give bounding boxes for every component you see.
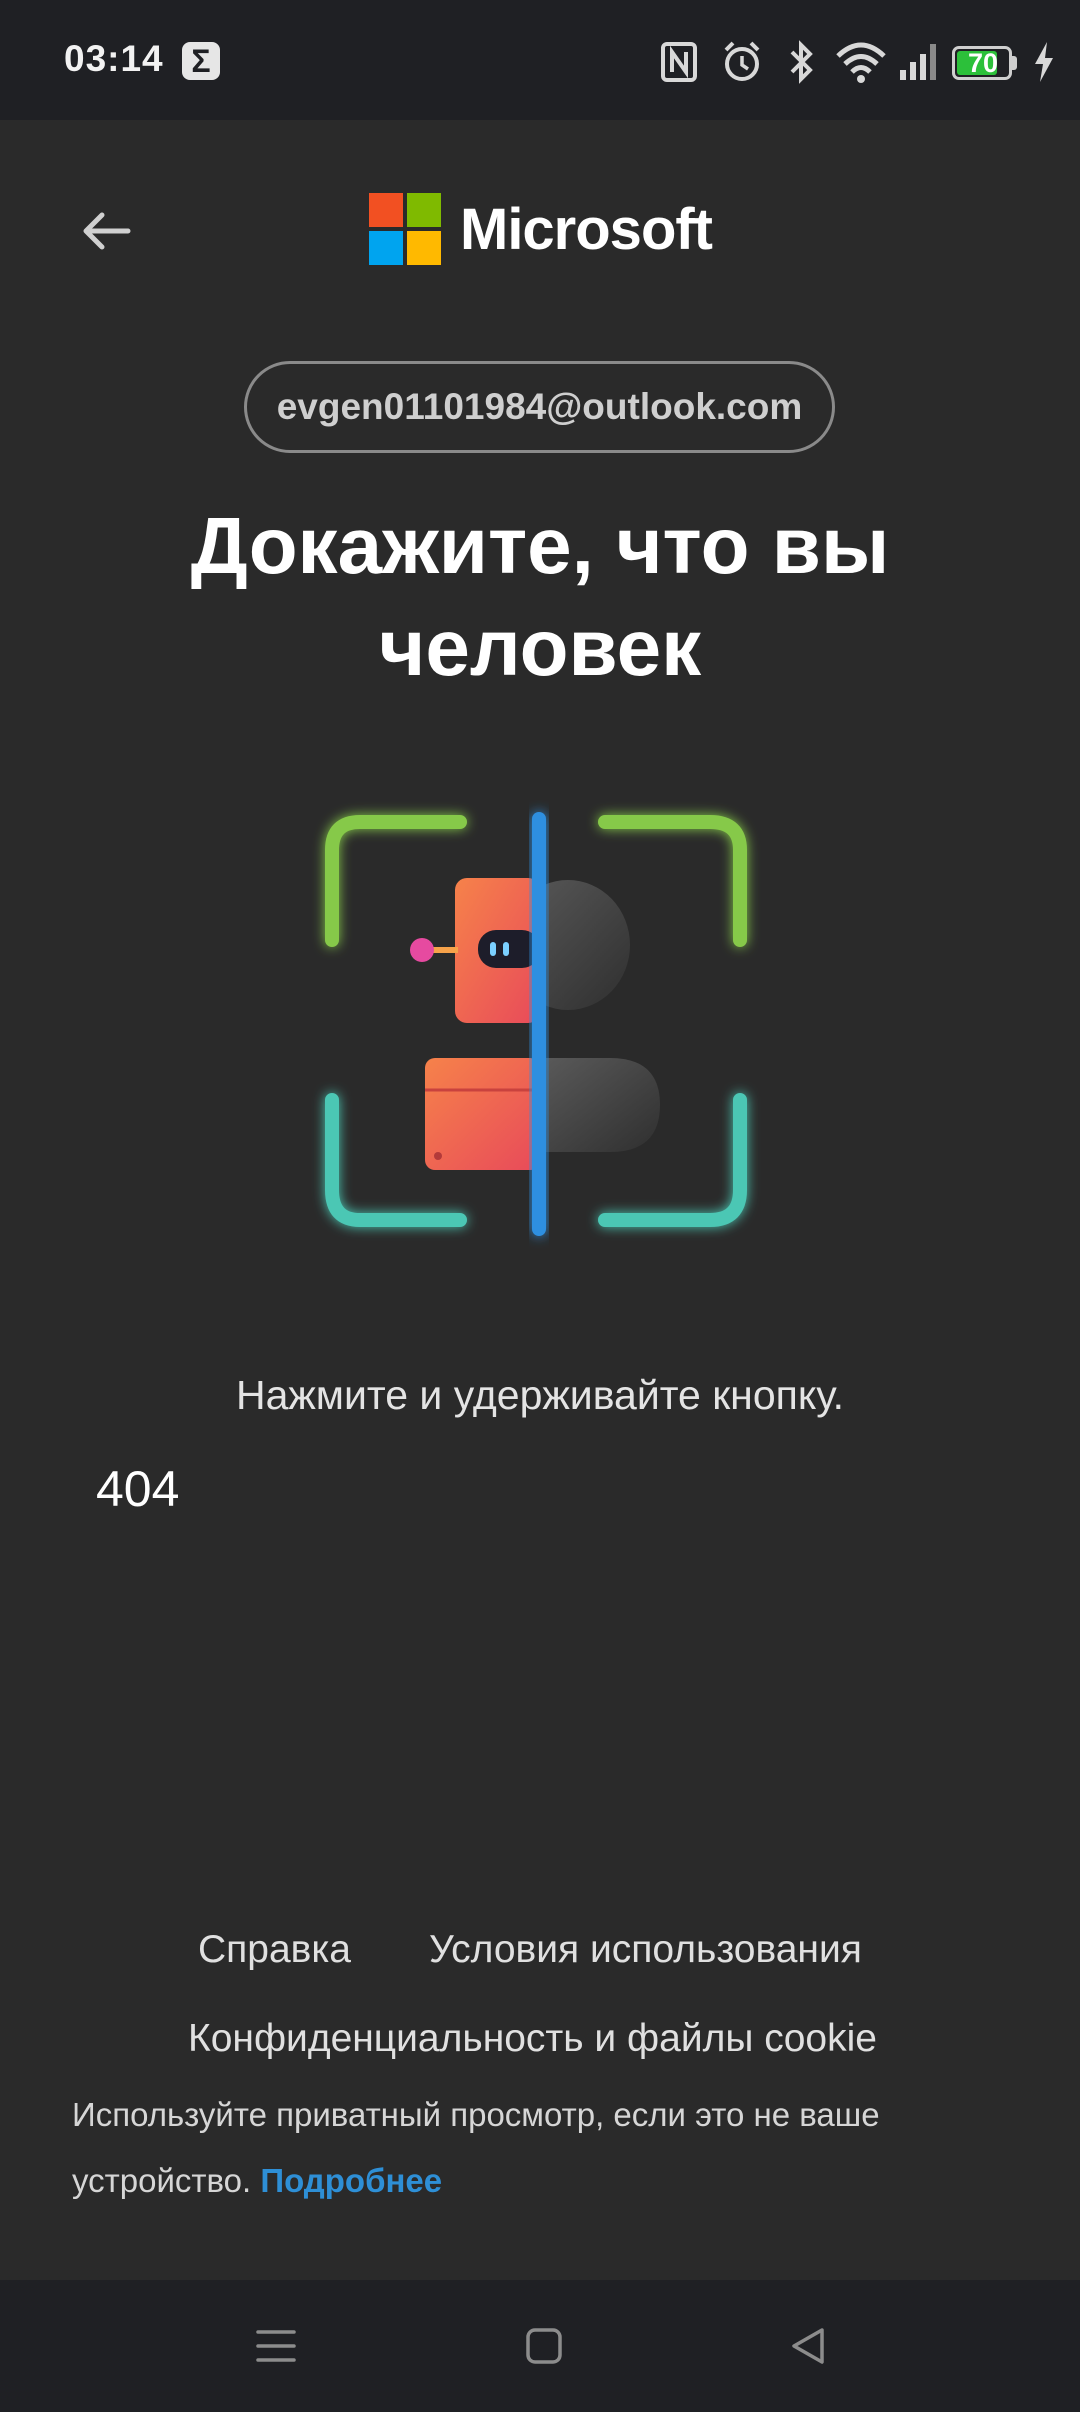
status-bar: 03:14 Σ 70 <box>0 0 1080 120</box>
menu-icon <box>256 2330 296 2362</box>
back-button[interactable] <box>70 195 142 267</box>
wifi-icon <box>836 42 886 83</box>
navigation-bar <box>0 2280 1080 2412</box>
private-browsing-note: Используйте приватный просмотр, если это… <box>72 2082 972 2214</box>
status-time: 03:14 <box>64 38 164 79</box>
account-email-button[interactable]: evgen01101984@outlook.com <box>244 361 835 453</box>
learn-more-link[interactable]: Подробнее <box>260 2162 442 2199</box>
human-verification-illustration <box>325 812 747 1236</box>
status-icons: 70 <box>660 36 1053 88</box>
private-browsing-text: Используйте приватный просмотр, если это… <box>72 2096 880 2199</box>
battery-level: 70 <box>967 48 999 78</box>
help-link[interactable]: Справка <box>198 1928 351 1972</box>
instruction-text: Нажмите и удерживайте кнопку. <box>235 1372 845 1418</box>
brand-name: Microsoft <box>460 197 713 262</box>
signal-icon <box>900 44 936 80</box>
recents-button[interactable] <box>246 2316 306 2376</box>
notification-icon: Σ <box>182 42 220 80</box>
terms-link[interactable]: Условия использования <box>429 1928 862 1972</box>
home-button[interactable] <box>514 2316 574 2376</box>
page-title: Докажите, что вы человек <box>190 501 890 692</box>
alarm-icon <box>724 41 760 81</box>
charging-icon <box>1035 42 1053 82</box>
privacy-link[interactable]: Конфиденциальность и файлы cookie <box>188 2017 877 2061</box>
bluetooth-icon <box>790 40 813 84</box>
screen: 03:14 Σ 70 Microsoft evgen01101984@outlo… <box>0 0 1080 2412</box>
battery-icon: 70 <box>952 36 1022 88</box>
square-icon <box>526 2328 562 2364</box>
error-code: 404 <box>96 1461 180 1517</box>
nfc-icon <box>661 42 697 82</box>
microsoft-logo-icon <box>369 193 443 267</box>
triangle-back-icon <box>792 2328 824 2364</box>
back-nav-button[interactable] <box>778 2316 838 2376</box>
arrow-left-icon <box>83 212 131 250</box>
